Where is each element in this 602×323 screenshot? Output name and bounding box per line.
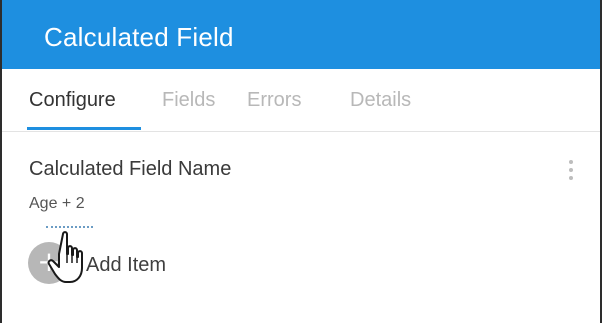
tab-configure[interactable]: Configure (29, 88, 116, 112)
value-edit-underline (46, 226, 93, 228)
more-vertical-icon[interactable] (565, 160, 577, 186)
add-item-label[interactable]: Add Item (86, 253, 166, 277)
title-bar: Calculated Field (2, 0, 600, 69)
dialog-title: Calculated Field (44, 22, 234, 52)
calculated-field-name-label: Calculated Field Name (29, 158, 232, 180)
tab-details[interactable]: Details (350, 88, 411, 112)
active-tab-indicator (27, 127, 141, 130)
hand-pointer-icon (47, 231, 83, 283)
calculated-field-dialog: Calculated Field Configure Fields Errors… (0, 0, 602, 323)
tab-bar: Configure Fields Errors Details (2, 69, 600, 132)
tab-fields[interactable]: Fields (162, 88, 215, 112)
calculated-field-value[interactable]: Age + 2 (29, 194, 85, 214)
tab-errors[interactable]: Errors (247, 88, 301, 112)
